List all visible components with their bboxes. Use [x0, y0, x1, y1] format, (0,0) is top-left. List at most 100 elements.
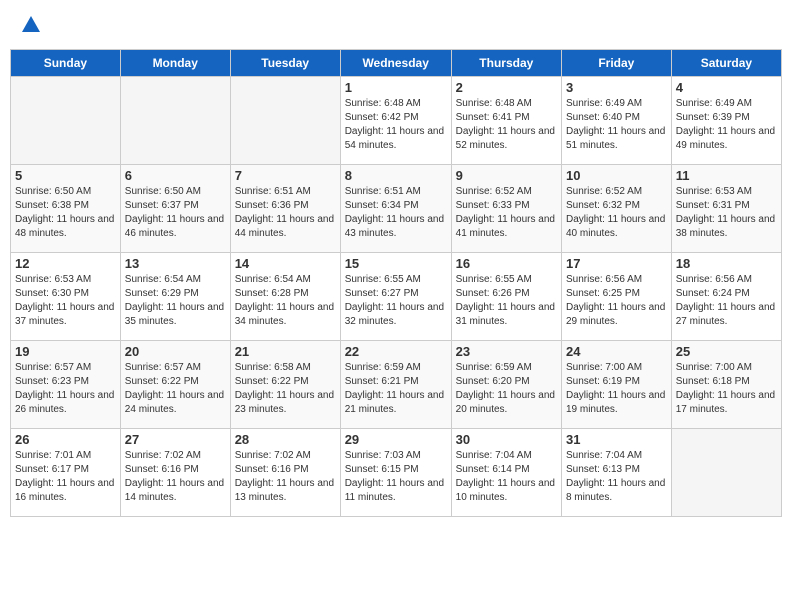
day-number: 29	[345, 432, 447, 447]
day-info: Sunrise: 6:56 AM Sunset: 6:25 PM Dayligh…	[566, 273, 667, 329]
calendar-cell: 30 Sunrise: 7:04 AM Sunset: 6:14 PM Dayli…	[451, 428, 561, 516]
calendar-cell: 10 Sunrise: 6:52 AM Sunset: 6:32 PM Dayli…	[561, 164, 671, 252]
day-number: 1	[345, 80, 447, 95]
day-info: Sunrise: 6:51 AM Sunset: 6:36 PM Dayligh…	[235, 185, 336, 241]
day-number: 10	[566, 168, 667, 183]
calendar-header-row: SundayMondayTuesdayWednesdayThursdayFrid…	[11, 49, 782, 76]
calendar-table: SundayMondayTuesdayWednesdayThursdayFrid…	[10, 49, 782, 517]
calendar-week-row: 5 Sunrise: 6:50 AM Sunset: 6:38 PM Daylig…	[11, 164, 782, 252]
calendar-cell: 8 Sunrise: 6:51 AM Sunset: 6:34 PM Daylig…	[340, 164, 451, 252]
calendar-week-row: 19 Sunrise: 6:57 AM Sunset: 6:23 PM Dayli…	[11, 340, 782, 428]
page-header	[10, 10, 782, 43]
day-info: Sunrise: 7:04 AM Sunset: 6:14 PM Dayligh…	[456, 449, 557, 505]
day-number: 30	[456, 432, 557, 447]
day-info: Sunrise: 6:50 AM Sunset: 6:38 PM Dayligh…	[15, 185, 116, 241]
day-number: 11	[676, 168, 777, 183]
day-number: 31	[566, 432, 667, 447]
day-number: 14	[235, 256, 336, 271]
day-number: 23	[456, 344, 557, 359]
day-number: 27	[125, 432, 226, 447]
day-info: Sunrise: 6:57 AM Sunset: 6:22 PM Dayligh…	[125, 361, 226, 417]
calendar-cell	[11, 76, 121, 164]
day-number: 18	[676, 256, 777, 271]
day-number: 4	[676, 80, 777, 95]
day-number: 21	[235, 344, 336, 359]
calendar-weekday-saturday: Saturday	[671, 49, 781, 76]
day-info: Sunrise: 6:48 AM Sunset: 6:41 PM Dayligh…	[456, 97, 557, 153]
day-info: Sunrise: 6:53 AM Sunset: 6:30 PM Dayligh…	[15, 273, 116, 329]
day-info: Sunrise: 7:03 AM Sunset: 6:15 PM Dayligh…	[345, 449, 447, 505]
calendar-weekday-tuesday: Tuesday	[230, 49, 340, 76]
calendar-cell: 4 Sunrise: 6:49 AM Sunset: 6:39 PM Daylig…	[671, 76, 781, 164]
day-number: 12	[15, 256, 116, 271]
day-info: Sunrise: 7:02 AM Sunset: 6:16 PM Dayligh…	[235, 449, 336, 505]
day-info: Sunrise: 6:56 AM Sunset: 6:24 PM Dayligh…	[676, 273, 777, 329]
calendar-cell: 26 Sunrise: 7:01 AM Sunset: 6:17 PM Dayli…	[11, 428, 121, 516]
day-number: 17	[566, 256, 667, 271]
day-info: Sunrise: 7:01 AM Sunset: 6:17 PM Dayligh…	[15, 449, 116, 505]
calendar-cell: 23 Sunrise: 6:59 AM Sunset: 6:20 PM Dayli…	[451, 340, 561, 428]
calendar-week-row: 12 Sunrise: 6:53 AM Sunset: 6:30 PM Dayli…	[11, 252, 782, 340]
calendar-cell: 28 Sunrise: 7:02 AM Sunset: 6:16 PM Dayli…	[230, 428, 340, 516]
calendar-cell: 21 Sunrise: 6:58 AM Sunset: 6:22 PM Dayli…	[230, 340, 340, 428]
day-info: Sunrise: 7:00 AM Sunset: 6:18 PM Dayligh…	[676, 361, 777, 417]
day-number: 2	[456, 80, 557, 95]
calendar-cell: 14Sunrise: 6:54 AM Sunset: 6:28 PM Dayli…	[230, 252, 340, 340]
day-info: Sunrise: 6:55 AM Sunset: 6:27 PM Dayligh…	[345, 273, 447, 329]
calendar-cell: 7 Sunrise: 6:51 AM Sunset: 6:36 PM Daylig…	[230, 164, 340, 252]
day-number: 9	[456, 168, 557, 183]
calendar-cell: 25 Sunrise: 7:00 AM Sunset: 6:18 PM Dayli…	[671, 340, 781, 428]
day-info: Sunrise: 6:50 AM Sunset: 6:37 PM Dayligh…	[125, 185, 226, 241]
calendar-cell: 16 Sunrise: 6:55 AM Sunset: 6:26 PM Dayli…	[451, 252, 561, 340]
day-info: Sunrise: 6:52 AM Sunset: 6:33 PM Dayligh…	[456, 185, 557, 241]
day-number: 15	[345, 256, 447, 271]
day-info: Sunrise: 6:48 AM Sunset: 6:42 PM Dayligh…	[345, 97, 447, 153]
day-number: 19	[15, 344, 116, 359]
calendar-cell: 31 Sunrise: 7:04 AM Sunset: 6:13 PM Dayli…	[561, 428, 671, 516]
calendar-cell	[120, 76, 230, 164]
day-info: Sunrise: 6:57 AM Sunset: 6:23 PM Dayligh…	[15, 361, 116, 417]
calendar-weekday-monday: Monday	[120, 49, 230, 76]
calendar-cell: 24Sunrise: 7:00 AM Sunset: 6:19 PM Dayli…	[561, 340, 671, 428]
day-number: 3	[566, 80, 667, 95]
day-number: 16	[456, 256, 557, 271]
calendar-cell: 3Sunrise: 6:49 AM Sunset: 6:40 PM Daylig…	[561, 76, 671, 164]
day-number: 28	[235, 432, 336, 447]
calendar-cell: 11 Sunrise: 6:53 AM Sunset: 6:31 PM Dayli…	[671, 164, 781, 252]
calendar-weekday-friday: Friday	[561, 49, 671, 76]
calendar-cell: 5 Sunrise: 6:50 AM Sunset: 6:38 PM Daylig…	[11, 164, 121, 252]
day-info: Sunrise: 7:04 AM Sunset: 6:13 PM Dayligh…	[566, 449, 667, 505]
day-number: 26	[15, 432, 116, 447]
calendar-cell: 18 Sunrise: 6:56 AM Sunset: 6:24 PM Dayli…	[671, 252, 781, 340]
day-info: Sunrise: 6:49 AM Sunset: 6:39 PM Dayligh…	[676, 97, 777, 153]
day-number: 25	[676, 344, 777, 359]
calendar-cell: 6Sunrise: 6:50 AM Sunset: 6:37 PM Daylig…	[120, 164, 230, 252]
calendar-cell: 27Sunrise: 7:02 AM Sunset: 6:16 PM Dayli…	[120, 428, 230, 516]
day-info: Sunrise: 6:55 AM Sunset: 6:26 PM Dayligh…	[456, 273, 557, 329]
day-info: Sunrise: 6:59 AM Sunset: 6:20 PM Dayligh…	[456, 361, 557, 417]
calendar-cell: 29 Sunrise: 7:03 AM Sunset: 6:15 PM Dayli…	[340, 428, 451, 516]
day-info: Sunrise: 6:52 AM Sunset: 6:32 PM Dayligh…	[566, 185, 667, 241]
day-info: Sunrise: 6:58 AM Sunset: 6:22 PM Dayligh…	[235, 361, 336, 417]
day-info: Sunrise: 6:53 AM Sunset: 6:31 PM Dayligh…	[676, 185, 777, 241]
day-number: 24	[566, 344, 667, 359]
calendar-cell: 13Sunrise: 6:54 AM Sunset: 6:29 PM Dayli…	[120, 252, 230, 340]
calendar-weekday-wednesday: Wednesday	[340, 49, 451, 76]
day-number: 8	[345, 168, 447, 183]
day-number: 5	[15, 168, 116, 183]
logo-icon	[20, 14, 42, 36]
calendar-weekday-thursday: Thursday	[451, 49, 561, 76]
calendar-cell: 17 Sunrise: 6:56 AM Sunset: 6:25 PM Dayli…	[561, 252, 671, 340]
calendar-cell	[671, 428, 781, 516]
calendar-cell: 19 Sunrise: 6:57 AM Sunset: 6:23 PM Dayli…	[11, 340, 121, 428]
logo	[18, 14, 42, 39]
calendar-week-row: 1 Sunrise: 6:48 AM Sunset: 6:42 PM Daylig…	[11, 76, 782, 164]
calendar-cell: 15 Sunrise: 6:55 AM Sunset: 6:27 PM Dayli…	[340, 252, 451, 340]
calendar-cell: 9 Sunrise: 6:52 AM Sunset: 6:33 PM Daylig…	[451, 164, 561, 252]
day-number: 7	[235, 168, 336, 183]
calendar-week-row: 26 Sunrise: 7:01 AM Sunset: 6:17 PM Dayli…	[11, 428, 782, 516]
day-info: Sunrise: 6:51 AM Sunset: 6:34 PM Dayligh…	[345, 185, 447, 241]
day-number: 20	[125, 344, 226, 359]
calendar-cell: 22Sunrise: 6:59 AM Sunset: 6:21 PM Dayli…	[340, 340, 451, 428]
day-number: 13	[125, 256, 226, 271]
